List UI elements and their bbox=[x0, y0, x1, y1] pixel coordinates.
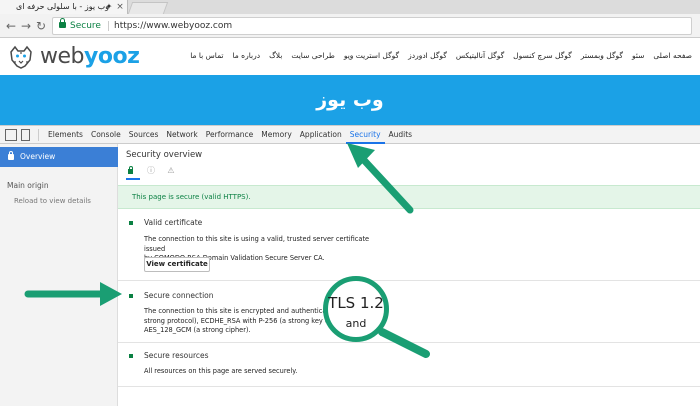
tab-console[interactable]: Console bbox=[87, 126, 125, 144]
address-separator bbox=[108, 21, 109, 31]
secure-status-banner: This page is secure (valid HTTPS). bbox=[118, 185, 700, 209]
magnifier-tls-text: TLS 1.2 bbox=[328, 294, 384, 312]
inspect-element-icon[interactable] bbox=[5, 129, 17, 141]
forward-arrow-icon[interactable]: → bbox=[19, 18, 33, 34]
nav-webmaster[interactable]: گوگل وبمستر bbox=[572, 48, 623, 64]
sidebar-item-label: Overview bbox=[20, 152, 56, 161]
tab-audits[interactable]: Audits bbox=[385, 126, 417, 144]
resources-title: Secure resources bbox=[144, 351, 209, 360]
status-dot-icon bbox=[129, 354, 133, 358]
resources-description: All resources on this page are served se… bbox=[144, 367, 298, 375]
hero-banner: وب یوز bbox=[0, 75, 700, 125]
info-icon: ⓘ bbox=[147, 166, 155, 175]
certificate-title: Valid certificate bbox=[144, 218, 203, 227]
nav-about[interactable]: درباره ما bbox=[224, 48, 261, 64]
reload-icon[interactable]: ↻ bbox=[34, 18, 48, 34]
security-summary-icons: ⓘ ⚠ bbox=[126, 164, 186, 178]
reload-to-view-details[interactable]: Reload to view details bbox=[14, 197, 91, 205]
site-favicon-icon: ✦ bbox=[105, 2, 113, 11]
toolbar-divider bbox=[38, 129, 39, 141]
secure-lock-icon[interactable] bbox=[59, 18, 66, 28]
back-arrow-icon[interactable]: ← bbox=[4, 18, 18, 34]
warning-icon: ⚠ bbox=[167, 166, 175, 175]
nav-home[interactable]: صفحه اصلی bbox=[644, 48, 692, 64]
sidebar-item-overview[interactable]: Overview bbox=[0, 147, 118, 167]
nav-web-design[interactable]: طراحی سایت bbox=[282, 48, 334, 64]
nav-blog[interactable]: بلاگ bbox=[260, 48, 282, 64]
tab-title: وب یوز - با سلولی حرفه ای bbox=[16, 2, 109, 11]
nav-search-console[interactable]: گوگل سرچ کنسول bbox=[504, 48, 572, 64]
devtools-toolbar: Elements Console Sources Network Perform… bbox=[0, 125, 700, 144]
address-input[interactable]: Secure https://www.webyooz.com bbox=[52, 17, 692, 35]
new-tab-button[interactable] bbox=[127, 2, 169, 14]
connection-section: Secure connection The connection to this… bbox=[118, 281, 700, 343]
magnifier-and-text: and bbox=[345, 317, 367, 330]
status-dot-icon bbox=[129, 221, 133, 225]
security-panel: Security overview ⓘ ⚠ This page is secur… bbox=[118, 144, 700, 406]
nav-adwords[interactable]: گوگل ادوردز bbox=[399, 48, 447, 64]
nav-street-view[interactable]: گوگل استریت ویو bbox=[335, 48, 399, 64]
certificate-section: Valid certificate The connection to this… bbox=[118, 209, 700, 281]
tab-application[interactable]: Application bbox=[296, 126, 346, 144]
main-origin-heading: Main origin bbox=[7, 181, 49, 190]
security-sidebar: Overview Main origin Reload to view deta… bbox=[0, 144, 118, 406]
tab-sources[interactable]: Sources bbox=[125, 126, 163, 144]
status-dot-icon bbox=[129, 294, 133, 298]
address-bar-row: ← → ↻ Secure https://www.webyooz.com bbox=[0, 14, 700, 38]
resources-section: Secure resources All resources on this p… bbox=[118, 343, 700, 387]
logo-wordmark: webyooz bbox=[40, 44, 140, 69]
tab-performance[interactable]: Performance bbox=[202, 126, 258, 144]
site-logo[interactable]: webyooz bbox=[8, 42, 140, 72]
lock-icon bbox=[8, 151, 14, 160]
nav-seo[interactable]: سئو bbox=[623, 48, 644, 64]
cheetah-logo-icon bbox=[10, 45, 32, 69]
tab-security[interactable]: Security bbox=[345, 126, 385, 144]
tab-network[interactable]: Network bbox=[162, 126, 201, 144]
secure-lock-icon bbox=[128, 166, 133, 174]
site-nav: صفحه اصلی سئو گوگل وبمستر گوگل سرچ کنسول… bbox=[181, 48, 692, 64]
security-overview-title: Security overview bbox=[126, 150, 203, 160]
nav-analytics[interactable]: گوگل آنالیتیکس bbox=[447, 48, 504, 64]
tab-memory[interactable]: Memory bbox=[257, 126, 296, 144]
tab-elements[interactable]: Elements bbox=[44, 126, 87, 144]
tab-close-icon[interactable]: × bbox=[114, 0, 126, 14]
nav-contact[interactable]: تماس با ما bbox=[181, 48, 223, 64]
secure-label: Secure bbox=[70, 21, 101, 31]
devtools-tabs: Elements Console Sources Network Perform… bbox=[44, 126, 416, 144]
magnifier-callout: TLS 1.2 and bbox=[323, 276, 389, 342]
site-header: webyooz صفحه اصلی سئو گوگل وبمستر گوگل س… bbox=[0, 38, 700, 75]
hero-title: وب یوز bbox=[316, 89, 384, 111]
url-text: https://www.webyooz.com bbox=[114, 21, 233, 31]
view-certificate-button[interactable]: View certificate bbox=[144, 257, 210, 272]
browser-tab-bar: وب یوز - با سلولی حرفه ای ✦ × bbox=[0, 0, 700, 14]
active-summary-underline bbox=[126, 178, 140, 180]
device-toolbar-icon[interactable] bbox=[21, 129, 30, 141]
connection-title: Secure connection bbox=[144, 291, 214, 300]
